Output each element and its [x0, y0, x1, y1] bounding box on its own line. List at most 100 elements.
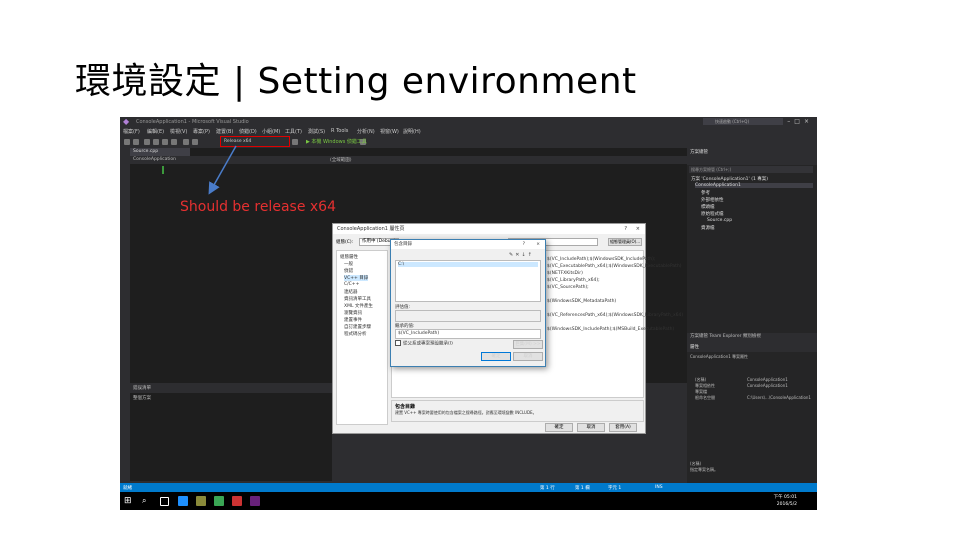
help-icon[interactable]: ? [624, 224, 627, 234]
list-edit-icons[interactable]: ✎✕↓↑ [509, 252, 534, 258]
subdialog-ok-button[interactable]: 確定 [481, 352, 511, 361]
tree-browse-info[interactable]: 瀏覽資訊 [344, 310, 362, 316]
menu-view[interactable]: 檢視(V) [170, 128, 187, 135]
store-icon[interactable] [214, 496, 224, 506]
app-red-icon[interactable] [232, 496, 242, 506]
redo-icon[interactable] [192, 139, 198, 145]
windows-start-icon[interactable]: ⊞ [124, 496, 134, 506]
tree-build-events[interactable]: 建置事件 [344, 317, 362, 323]
menu-build[interactable]: 建置(B) [216, 128, 233, 135]
grid-value[interactable]: $(VC_LibraryPath_x64); [547, 278, 600, 283]
file-explorer-icon[interactable] [196, 496, 206, 506]
task-view-icon[interactable] [160, 497, 169, 506]
quick-launch-input[interactable]: 快速啟動 (Ctrl+Q) [703, 118, 783, 125]
tree-config-props[interactable]: 組態屬性 [340, 254, 358, 260]
menu-team[interactable]: 小組(M) [262, 128, 280, 135]
close-icon[interactable]: × [636, 224, 640, 234]
project-scope-dropdown[interactable]: ConsoleApplication [133, 157, 176, 162]
tree-linker[interactable]: 連結器 [344, 289, 358, 295]
grid-value[interactable]: $(VC_ReferencesPath_x64);$(WindowsSDK_Li… [547, 313, 683, 318]
apply-button[interactable]: 套用(A) [609, 423, 637, 432]
menu-analyze[interactable]: 分析(N) [357, 128, 375, 135]
directory-entry[interactable]: C:\ [398, 262, 538, 267]
explorer-tabs[interactable]: 方案總管 Team Explorer 類別檢視 [687, 333, 817, 341]
config-manager-button[interactable]: 組態管理員(O)... [608, 238, 642, 246]
grid-value[interactable]: $(VC_SourcePath); [547, 285, 589, 290]
global-scope-dropdown[interactable]: (全域範圍) [330, 157, 352, 163]
prop-deps-value[interactable]: ConsoleApplication1 [747, 383, 788, 388]
prop-ns-value[interactable]: C:\Users\...\ConsoleApplication1 [747, 395, 811, 400]
edge-browser-icon[interactable] [178, 496, 188, 506]
grid-value[interactable]: $(WindowsSDK_MetadataPath) [547, 299, 616, 304]
tree-xml-doc[interactable]: XML 文件產生 [344, 303, 373, 309]
tree-custom-build[interactable]: 自訂建置步驟 [344, 324, 371, 330]
tree-manifest[interactable]: 資訊清單工具 [344, 296, 371, 302]
grid-value[interactable]: $(WindowsSDK_IncludePath);$(MSBuild_Exec… [547, 327, 674, 332]
menu-test[interactable]: 測試(S) [308, 128, 325, 135]
project-node[interactable]: ConsoleApplication1 [695, 183, 813, 188]
resource-files-node[interactable]: 資源檔 [701, 225, 715, 231]
tree-debugging[interactable]: 偵錯 [344, 268, 353, 274]
platform-arrow-icon[interactable] [292, 139, 298, 145]
tree-general[interactable]: 一般 [344, 261, 353, 267]
grid-value[interactable]: $(NETFXKitsDir) [547, 271, 583, 276]
prop-name-value[interactable]: ConsoleApplication1 [747, 377, 788, 382]
error-list-title[interactable]: 錯誤清單 [130, 385, 332, 393]
ok-button[interactable]: 確定 [545, 423, 573, 432]
solution-search-input[interactable]: 搜尋方案總管 (Ctrl+;) [689, 166, 813, 173]
window-controls[interactable]: –□× [787, 118, 813, 125]
menu-project[interactable]: 專案(P) [193, 128, 210, 135]
source-cpp-node[interactable]: Source.cpp [707, 218, 732, 223]
grid-value[interactable]: $(VC_IncludePath);$(WindowsSDK_IncludePa… [547, 257, 655, 262]
open-icon[interactable] [153, 139, 159, 145]
grid-value[interactable]: $(VC_ExecutablePath_x64);$(WindowsSDK_Ex… [547, 264, 681, 269]
taskbar-clock[interactable]: 下午 05:01 2016/5/2 [774, 494, 797, 508]
subdialog-title: 包含目錄 [394, 242, 412, 247]
subdialog-help-icon[interactable]: ? [523, 240, 525, 249]
menu-edit[interactable]: 編輯(E) [147, 128, 164, 135]
solution-node[interactable]: 方案 'ConsoleApplication1' (1 專案) [691, 176, 768, 182]
start-debugging-button[interactable]: ▶ 本機 Windows 偵錯工具 [306, 138, 367, 145]
directory-list[interactable]: C:\ [395, 260, 541, 302]
config-label: 組態(C): [336, 240, 354, 245]
error-list-scope[interactable]: 整個方案 [130, 395, 332, 403]
back-icon[interactable] [124, 139, 130, 145]
source-files-node[interactable]: 原始程式檔 [701, 211, 724, 217]
subdialog-close-icon[interactable]: × [536, 240, 540, 249]
left-toolbox-strip[interactable] [120, 148, 130, 488]
menu-window[interactable]: 視窗(W) [380, 128, 399, 135]
tree-c-cpp[interactable]: C/C++ [344, 282, 359, 287]
new-project-icon[interactable] [144, 139, 150, 145]
menu-tools[interactable]: 工具(T) [285, 128, 302, 135]
inherit-checkbox[interactable]: 從父系或專案預設繼承(I) [395, 340, 453, 347]
header-files-node[interactable]: 標頭檔 [701, 204, 715, 210]
visual-studio-taskbar-icon[interactable] [250, 496, 260, 506]
undo-icon[interactable] [183, 139, 189, 145]
macros-button[interactable]: 巨集(M) >> [513, 340, 543, 349]
external-deps-node[interactable]: 外部相依性 [701, 197, 724, 203]
menu-file[interactable]: 檔案(F) [123, 128, 140, 135]
search-icon[interactable]: ⌕ [142, 496, 152, 506]
status-col: 第 1 欄 [575, 486, 590, 491]
menu-rtools[interactable]: R Tools [331, 128, 348, 134]
properties-panel: 屬性 ConsoleApplication1 專案屬性 (名稱) Console… [687, 343, 817, 488]
menu-debug[interactable]: 偵錯(D) [239, 128, 257, 135]
tree-code-analysis[interactable]: 程式碼分析 [344, 331, 367, 337]
save-icon[interactable] [162, 139, 168, 145]
properties-object[interactable]: ConsoleApplication1 專案屬性 [690, 354, 748, 360]
solution-configuration-dropdown[interactable]: Release x64 [220, 136, 290, 147]
checkbox-icon[interactable] [395, 340, 401, 346]
status-line: 第 1 行 [540, 486, 555, 491]
menu-help[interactable]: 說明(H) [403, 128, 421, 135]
tree-vc-directories[interactable]: VC++ 目錄 [344, 275, 369, 281]
references-node[interactable]: 參考 [701, 190, 710, 196]
description-title: 包含目錄 [395, 404, 416, 410]
status-ins: INS [655, 485, 663, 490]
solution-explorer-toolbar[interactable] [687, 157, 817, 165]
error-list-panel: 錯誤清單 整個方案 [130, 385, 332, 481]
cancel-button[interactable]: 取消 [577, 423, 605, 432]
editor-tab[interactable]: Source.cpp [130, 148, 190, 156]
subdialog-cancel-button[interactable]: 取消 [513, 352, 543, 361]
save-all-icon[interactable] [171, 139, 177, 145]
forward-icon[interactable] [133, 139, 139, 145]
